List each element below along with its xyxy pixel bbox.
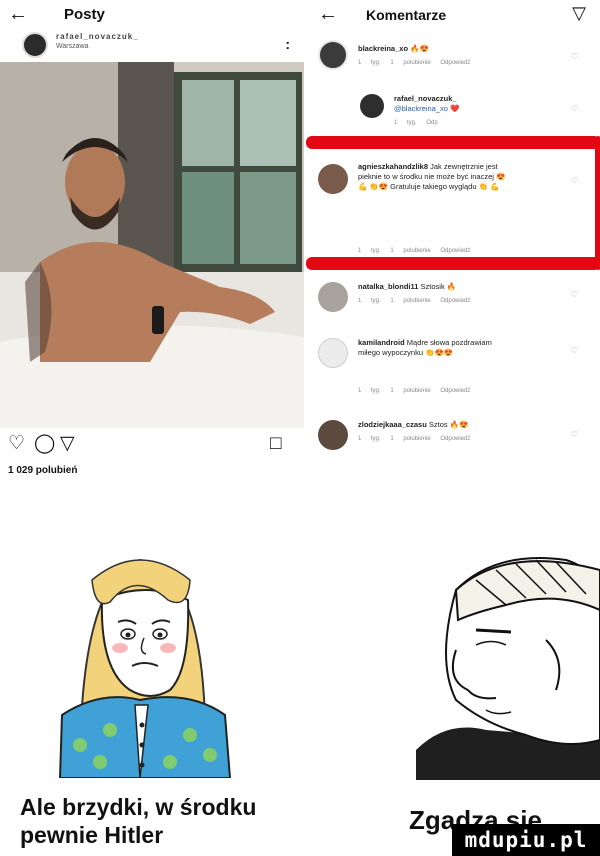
post-panel: ← Posty rafael_novaczuk_ Warszawa : ♡ ◯ … bbox=[0, 0, 304, 484]
comment-username[interactable]: agnieszkahandzlik8 bbox=[358, 162, 428, 171]
comment-item: blackreina_xo 🔥😍 1 tyg. 1 polubienie Odp… bbox=[304, 40, 600, 80]
avatar[interactable] bbox=[318, 40, 348, 70]
comment-reply: rafael_novaczuk_ @blackreina_xo ❤️ 1 tyg… bbox=[304, 92, 600, 128]
page-title: Posty bbox=[64, 6, 105, 23]
account-location[interactable]: Warszawa bbox=[56, 43, 88, 50]
heart-icon[interactable]: ♡ bbox=[571, 176, 578, 185]
bookmark-icon[interactable]: □ bbox=[270, 434, 281, 453]
caption-left: Ale brzydki, w środku pewnie Hitler bbox=[20, 793, 256, 849]
crying-wojak-illustration bbox=[40, 540, 240, 778]
comment-username[interactable]: kamilandroid bbox=[358, 338, 405, 347]
comment-username[interactable]: natalka_blondi11 bbox=[358, 282, 418, 291]
comment-item: kamilandroid Mądre słowa pozdrawiam miłe… bbox=[304, 338, 600, 398]
comment-meta[interactable]: 1 tyg. 1 polubienie Odpowiedź bbox=[358, 248, 470, 254]
watermark[interactable]: mdupiu.pl bbox=[452, 824, 600, 856]
comment-text: Sztos 🔥😍 bbox=[428, 420, 469, 429]
comment-text: Sztosik 🔥 bbox=[420, 282, 457, 291]
avatar[interactable] bbox=[318, 420, 348, 450]
yes-chad-illustration bbox=[416, 550, 600, 780]
caption-left-line1: Ale brzydki, w środku bbox=[20, 794, 257, 820]
comment-username[interactable]: rafael_novaczuk_ bbox=[394, 94, 564, 104]
back-arrow-icon[interactable]: ← bbox=[8, 3, 28, 26]
avatar[interactable] bbox=[22, 32, 48, 58]
heart-icon[interactable]: ♡ bbox=[571, 290, 578, 299]
comment-meta[interactable]: 1 tyg. 1 polubienie Odpowiedź bbox=[358, 388, 470, 394]
likes-count[interactable]: 1 029 polubień bbox=[8, 465, 77, 476]
comment-item: natalka_blondi11 Sztosik 🔥 1 tyg. 1 polu… bbox=[304, 282, 600, 318]
red-highlight-top bbox=[306, 136, 600, 149]
comment-meta[interactable]: 1 tyg. 1 polubienie Odpowiedź bbox=[358, 298, 470, 304]
avatar[interactable] bbox=[318, 282, 348, 312]
heart-icon[interactable]: ♡ bbox=[571, 346, 578, 355]
post-actions: ♡ ◯ ▽ □ bbox=[0, 432, 304, 460]
heart-icon[interactable]: ♡ bbox=[571, 52, 578, 61]
heart-icon[interactable]: ♡ bbox=[571, 430, 578, 439]
avatar[interactable] bbox=[318, 338, 348, 368]
send-icon[interactable]: ▽ bbox=[572, 3, 586, 24]
comments-panel: ← Komentarze ▽ blackreina_xo 🔥😍 1 tyg. 1… bbox=[304, 0, 600, 484]
post-header: ← Posty bbox=[0, 0, 304, 30]
red-highlight-bottom bbox=[306, 257, 600, 270]
more-options-icon[interactable]: : bbox=[285, 36, 290, 52]
bathtub-photo bbox=[0, 62, 304, 428]
post-photo[interactable] bbox=[0, 62, 304, 428]
comment-item: zlodziejkaaa_czasu Sztos 🔥😍 1 tyg. 1 pol… bbox=[304, 418, 600, 458]
comment-username[interactable]: blackreina_xo bbox=[358, 44, 408, 53]
comment-text: @blackreina_xo ❤️ bbox=[394, 104, 460, 113]
comment-icon[interactable]: ◯ bbox=[34, 434, 55, 453]
comment-meta[interactable]: 1 tyg. 1 polubienie Odpowiedź bbox=[358, 60, 470, 66]
comment-item-highlighted: agnieszkahandzlik8 Jak zewnętrznie jest … bbox=[304, 158, 600, 254]
comment-meta[interactable]: 1 tyg. Odp bbox=[394, 120, 438, 126]
comment-username[interactable]: zlodziejkaaa_czasu bbox=[358, 420, 427, 429]
caption-left-line2: pewnie Hitler bbox=[20, 822, 164, 848]
comment-meta[interactable]: 1 tyg. 1 polubienie Odpowiedź bbox=[358, 436, 470, 442]
account-username[interactable]: rafael_novaczuk_ bbox=[56, 32, 139, 41]
send-icon[interactable]: ▽ bbox=[60, 434, 75, 453]
heart-icon[interactable]: ♡ bbox=[571, 104, 578, 113]
comment-text: 🔥😍 bbox=[410, 44, 429, 53]
heart-icon[interactable]: ♡ bbox=[8, 434, 25, 453]
avatar[interactable] bbox=[360, 94, 384, 118]
comments-title: Komentarze bbox=[366, 7, 447, 23]
post-account-row[interactable]: rafael_novaczuk_ Warszawa : bbox=[0, 30, 304, 62]
avatar[interactable] bbox=[318, 164, 348, 194]
back-arrow-icon[interactable]: ← bbox=[318, 3, 338, 26]
